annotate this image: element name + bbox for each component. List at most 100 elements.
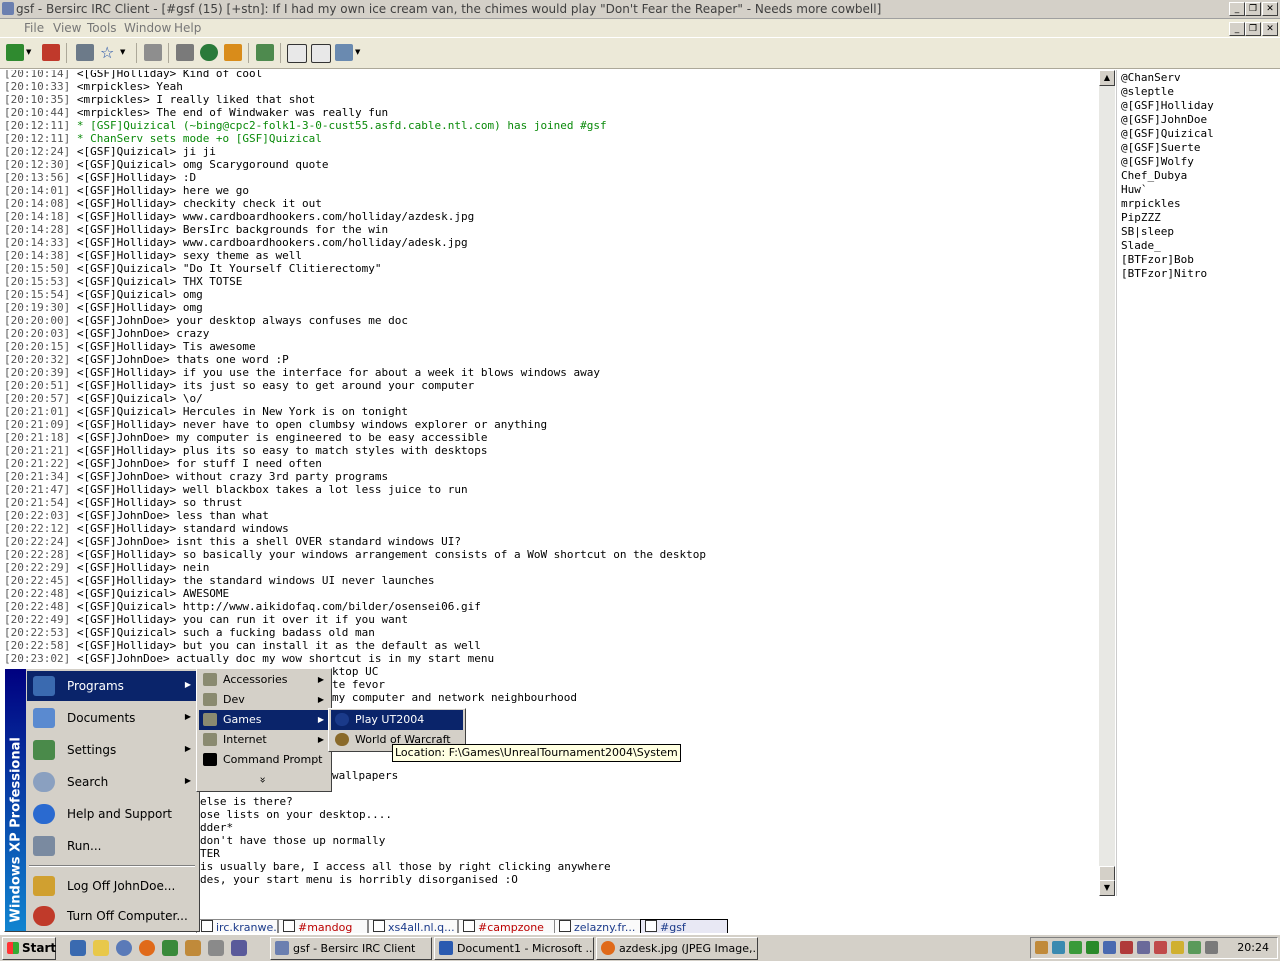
quicklaunch-tool-icon[interactable]	[208, 940, 224, 956]
message-text: <[GSF]Holliday> so thrust	[76, 496, 243, 509]
restore-button[interactable]: ❐	[1245, 2, 1261, 16]
volume-icon[interactable]	[1205, 941, 1218, 954]
link-icon[interactable]	[144, 44, 162, 61]
nick-item[interactable]: @[GSF]Quizical	[1121, 127, 1214, 141]
server-icon	[373, 920, 385, 932]
programs-item-command-prompt[interactable]: Command Prompt	[199, 750, 329, 770]
menu-window[interactable]: Window	[124, 21, 171, 35]
scroll-up-arrow-icon[interactable]: ▲	[1099, 70, 1115, 86]
task-word[interactable]: Document1 - Microsoft ...	[434, 937, 594, 960]
quicklaunch-messenger-icon[interactable]	[162, 940, 178, 956]
message-text: <[GSF]Holliday> never have to open clumb…	[76, 418, 548, 431]
menu-help[interactable]: Help	[174, 21, 201, 35]
programs-item-games[interactable]: Games ▶	[199, 710, 329, 730]
tray-icon-6[interactable]	[1120, 941, 1133, 954]
tab-mandog[interactable]: #mandog	[278, 919, 368, 933]
unreal-icon	[335, 713, 349, 726]
menu-tools[interactable]: Tools	[87, 21, 117, 35]
programs-item-accessories[interactable]: Accessories ▶	[199, 670, 329, 690]
scroll-down-arrow-icon[interactable]: ▼	[1099, 880, 1115, 896]
quicklaunch-media-icon[interactable]	[116, 940, 132, 956]
task-firefox[interactable]: azdesk.jpg (JPEG Image,...	[596, 937, 758, 960]
nick-item[interactable]: [BTFzor]Nitro	[1121, 267, 1207, 281]
menu-file[interactable]: File	[24, 21, 44, 35]
nick-item[interactable]: [BTFzor]Bob	[1121, 253, 1194, 267]
disconnect-icon[interactable]	[42, 44, 60, 61]
nick-item[interactable]: mrpickles	[1121, 197, 1181, 211]
clock[interactable]: 20:24	[1237, 940, 1269, 956]
start-item-documents[interactable]: Documents ▶	[27, 703, 197, 733]
favorites-dropdown-icon[interactable]: ▼	[120, 48, 128, 65]
cascade-icon[interactable]	[311, 44, 331, 63]
menu-view[interactable]: View	[53, 21, 81, 35]
nick-item[interactable]: Slade_	[1121, 239, 1161, 253]
tile-horizontal-icon[interactable]	[287, 44, 307, 63]
nick-list[interactable]: @ChanServ @sleptle @[GSF]Holliday @[GSF]Joh…	[1116, 70, 1280, 896]
quicklaunch-folder-icon[interactable]	[93, 940, 109, 956]
nick-item[interactable]: @sleptle	[1121, 85, 1174, 99]
start-item-turnoff[interactable]: Turn Off Computer...	[27, 901, 197, 931]
chat-message: [20:23:02] <[GSF]JohnDoe> actually doc m…	[4, 652, 494, 665]
globe-icon[interactable]	[200, 44, 218, 61]
child-close-button[interactable]: ✕	[1262, 22, 1278, 36]
tray-icon-9[interactable]	[1171, 941, 1184, 954]
start-item-programs[interactable]: Programs ▶	[27, 671, 197, 701]
nick-item[interactable]: @[GSF]JohnDoe	[1121, 113, 1207, 127]
child-restore-button[interactable]: ❐	[1245, 22, 1261, 36]
start-button[interactable]: Start	[2, 937, 56, 960]
nick-item[interactable]: @[GSF]Wolfy	[1121, 155, 1194, 169]
tray-icon-7[interactable]	[1137, 941, 1150, 954]
chat-scrollbar[interactable]: ▲ ▼	[1099, 70, 1115, 896]
timestamp: [20:19:30]	[4, 301, 71, 314]
options-icon[interactable]	[76, 44, 94, 61]
tray-icon-2[interactable]	[1052, 941, 1065, 954]
quicklaunch-extra-icon[interactable]	[231, 940, 247, 956]
tray-icon-4[interactable]	[1086, 941, 1099, 954]
nick-item[interactable]: @ChanServ	[1121, 71, 1181, 85]
windows-dropdown-icon[interactable]: ▼	[355, 48, 363, 65]
nick-item[interactable]: Huw`	[1121, 183, 1148, 197]
run-icon	[33, 836, 55, 856]
task-bersirc[interactable]: gsf - Bersirc IRC Client	[270, 937, 432, 960]
quicklaunch-ie-icon[interactable]	[70, 940, 86, 956]
favorites-star-icon[interactable]: ☆	[100, 44, 118, 61]
start-item-logoff[interactable]: Log Off JohnDoe...	[27, 871, 197, 901]
nick-item[interactable]: @[GSF]Suerte	[1121, 141, 1200, 155]
games-item-ut2004[interactable]: Play UT2004	[331, 710, 463, 730]
tray-icon-5[interactable]	[1103, 941, 1116, 954]
channel-list-icon[interactable]	[176, 44, 194, 61]
nick-item[interactable]: Chef_Dubya	[1121, 169, 1187, 183]
programs-item-internet[interactable]: Internet ▶	[199, 730, 329, 750]
tab-server-2[interactable]: xs4all.nl.q...	[368, 919, 458, 933]
connect-dropdown-icon[interactable]: ▼	[26, 48, 34, 65]
close-button[interactable]: ✕	[1262, 2, 1278, 16]
programs-expand[interactable]: »	[199, 770, 329, 790]
tab-server-3[interactable]: zelazny.fr...	[554, 919, 642, 933]
windows-icon[interactable]	[335, 44, 353, 61]
tray-icon-1[interactable]	[1035, 941, 1048, 954]
message-text: <[GSF]Holliday> standard windows	[76, 522, 289, 535]
child-minimize-button[interactable]: _	[1229, 22, 1245, 36]
log-icon[interactable]	[256, 44, 274, 61]
transfer-icon[interactable]	[224, 44, 242, 61]
tab-server-1[interactable]: irc.kranwe...	[196, 919, 284, 933]
start-item-run[interactable]: Run...	[27, 831, 197, 861]
tab-campzone[interactable]: #campzone	[458, 919, 556, 933]
tray-icon-8[interactable]	[1154, 941, 1167, 954]
tab-gsf[interactable]: #gsf	[640, 919, 728, 933]
message-text: <[GSF]Holliday> here we go	[76, 184, 250, 197]
start-item-search[interactable]: Search ▶	[27, 767, 197, 797]
app-icon[interactable]	[2, 2, 14, 15]
minimize-button[interactable]: _	[1229, 2, 1245, 16]
start-item-help[interactable]: Help and Support	[27, 799, 197, 829]
tray-icon-3[interactable]	[1069, 941, 1082, 954]
start-item-settings[interactable]: Settings ▶	[27, 735, 197, 765]
nick-item[interactable]: SB|sleep	[1121, 225, 1174, 239]
quicklaunch-firefox-icon[interactable]	[139, 940, 155, 956]
nick-item[interactable]: PipZZZ	[1121, 211, 1161, 225]
quicklaunch-app-icon[interactable]	[185, 940, 201, 956]
connect-icon[interactable]	[6, 44, 24, 61]
programs-item-dev[interactable]: Dev ▶	[199, 690, 329, 710]
nick-item[interactable]: @[GSF]Holliday	[1121, 99, 1214, 113]
tray-icon-10[interactable]	[1188, 941, 1201, 954]
